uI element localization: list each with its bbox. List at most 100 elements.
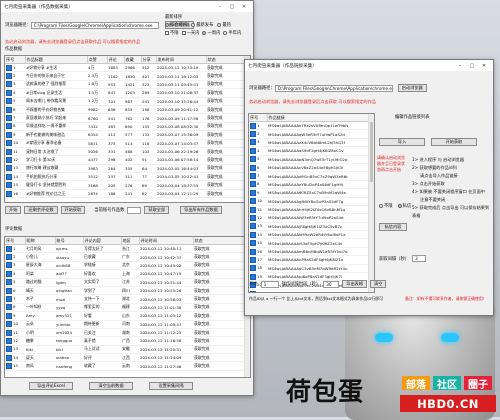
table-row[interactable]: 3 这款真的绝了 强烈推荐 1.8万 953 1421 322 2024-03-11 09:…: [5, 80, 250, 90]
checkbox-icon[interactable]: [250, 256, 256, 263]
checkbox-icon[interactable]: [250, 240, 256, 247]
remaining-comments-button[interactable]: 还剩余评论数: [24, 206, 58, 214]
table-row[interactable]: 21 MS4wLjABAAAArY3uI5oP7aS9dF2gH4j: [249, 289, 374, 292]
link-col-header[interactable]: 序号: [249, 114, 268, 122]
table-row[interactable]: 10 云朵 yunduo 期待更新 河南 2024-03-12 11:09:47 获取完成: [5, 320, 250, 329]
checkbox-icon[interactable]: [250, 156, 256, 163]
table-row[interactable]: 8 早餐这样吃 一周不重样 7412 483 690 155 2024-03-08 08:5…: [5, 122, 250, 132]
table-row[interactable]: 10 MS4wLjABAAAAgR6tY8uI1oP3aS5dF7g: [249, 197, 374, 206]
checkbox-icon[interactable]: [250, 139, 256, 146]
table-row[interactable]: 16 #好物推荐 性价比之王 2874 186 241 62 2024-03-04 12:1…: [5, 189, 250, 199]
checkbox-icon[interactable]: [250, 223, 256, 230]
table-row[interactable]: 12 MS4wLjABAAAAiW3eR5tY7uI9oP2aS4d: [249, 213, 374, 223]
works-count-input[interactable]: [127, 206, 142, 214]
checkbox-icon[interactable]: [6, 182, 12, 189]
table-row[interactable]: 14 夏天 xiatian 好评 江西 2024-03-12 11:24:09 获取完成: [5, 353, 250, 363]
table-row[interactable]: 15 健身打卡 坚持就是胜利 3168 209 276 69 2024-03-04 18:3…: [5, 180, 250, 190]
table-row[interactable]: 16 MS4wLjABAAAAmB6nM8qW1eR3tY5uI7o: [249, 247, 374, 257]
table-row[interactable]: 4 阿柒 aqi77 好喜欢 上海 2024-03-12 10:47:19 获取完成: [5, 269, 250, 279]
checkbox-icon[interactable]: [6, 270, 12, 277]
table-row[interactable]: 18 MS4wLjABAAAAoC3vB5nM7qW9eR2tY4u: [249, 264, 374, 274]
filter-option-3[interactable]: 半年内: [223, 30, 241, 36]
table-row[interactable]: 13 旅行攻略 建议收藏 3983 264 355 84 2024-03-05 16:44:…: [5, 164, 250, 174]
maximize-icon[interactable]: □: [226, 4, 238, 10]
close-icon[interactable]: ✕: [478, 63, 490, 69]
table-row[interactable]: 11 小明 xm2024 已关注 湖南 2024-03-12 11:12:25 获取完成: [5, 328, 250, 338]
table-row[interactable]: 2 今日份的快乐来自于它 2.3万 1182 1650 407 2024-03-11 18:…: [5, 71, 250, 81]
checkbox-icon[interactable]: [6, 321, 12, 328]
table-row[interactable]: 14 MS4wLjABAAAAkM9qW2eR4tY6uI8oP1a: [249, 230, 374, 240]
table-row[interactable]: 9 MS4wLjABAAAAfK3lZ5xC7vB9nM2qW4e: [249, 188, 374, 198]
sort-option-1[interactable]: 最新发布: [191, 22, 213, 28]
checkbox-icon[interactable]: [250, 147, 256, 154]
table-row[interactable]: 12 糖果 tangguo 真不错 广西 2024-03-12 11:16:58 获取完成: [5, 336, 250, 346]
checkbox-icon[interactable]: [6, 304, 12, 311]
table-row[interactable]: 5 周末去哪儿 带你看风景 1.2万 701 987 241 2024-03-10 15:2…: [5, 97, 250, 106]
table-row[interactable]: 2 小鱼儿 xiaoyu 已收藏 广东 2024-03-12 10:42:37 获取完成: [5, 252, 250, 262]
minimize-icon[interactable]: –: [454, 63, 466, 69]
table-row[interactable]: 7 MS4wLjABAAAAdM1nB5vC7xZ9qW3eR6t: [249, 171, 374, 181]
table-row[interactable]: 17 MS4wLjABAAAAnP9aS2dF4gH6jK8lZ1x: [249, 255, 374, 265]
table-row[interactable]: 14 手机拍照技巧分享 3512 237 311 77 2024-03-05 10:22:4…: [5, 172, 250, 182]
table-row[interactable]: 3 星辰大海 xcdh88 求链接 北京 2024-03-12 10:45:02 获取完成: [5, 261, 250, 271]
checkbox-icon[interactable]: [6, 98, 12, 105]
clear-data-button[interactable]: 清空当前数据: [89, 382, 133, 390]
checkbox-icon[interactable]: [250, 206, 256, 213]
checkbox-icon[interactable]: [6, 81, 12, 88]
start-fetch-button[interactable]: 开始获取: [60, 206, 86, 214]
table-row[interactable]: 9 Amy amy521 好看 山东 2024-03-12 11:05:12 获取完成: [5, 311, 250, 321]
table-row[interactable]: 13 Kiki kiki 马上试试 安徽 2024-03-12 11:20:31 获取完成: [5, 345, 250, 355]
works-col-header[interactable]: 评论: [107, 56, 125, 64]
table-row[interactable]: 7 家居收纳小技巧 学起来 8760 541 762 176 2024-03-09 11:1…: [5, 113, 250, 123]
set-interval-button[interactable]: 设置采集间隔: [149, 382, 193, 390]
interval-input[interactable]: 3: [412, 255, 427, 262]
checkbox-icon[interactable]: [6, 64, 12, 71]
checkbox-icon[interactable]: [6, 173, 12, 180]
comments-col-header[interactable]: 评论内容: [83, 237, 122, 245]
checkbox-icon[interactable]: [6, 131, 12, 138]
checkbox-icon[interactable]: [250, 164, 256, 171]
checkbox-icon[interactable]: [6, 73, 12, 80]
table-row[interactable]: 13 MS4wLjABAAAAjF6gH8jK1lZ3xC5vB7n: [249, 222, 374, 232]
minimize-icon[interactable]: –: [214, 4, 226, 10]
comments-col-header[interactable]: 状态: [193, 237, 250, 245]
table-row[interactable]: 15 MS4wLjABAAAAlS3dF5gH7jK9lZ2xC4v: [249, 238, 374, 248]
table-row[interactable]: 1 #好物分享 #生活 4万 1683 2966 512 2024-03-12 10:33:…: [5, 63, 250, 73]
table-row[interactable]: 11 宠物日常 太治愈了 5026 331 468 103 2024-03-06 22:19…: [5, 147, 250, 157]
comments-table[interactable]: 序号 昵称 账号 评论内容 地区 评论时间 状态 1 七月的风 qjcms 写得太好了…: [4, 236, 251, 378]
table-row[interactable]: 6 MS4wLjABAAAAcV6xZ2aS4dF8gH1jK3l: [249, 163, 374, 173]
checkbox-icon[interactable]: [250, 273, 256, 280]
table-row[interactable]: 6 晴天 qingtian 学到了 四川 2024-03-12 10:53:26 获取完成: [5, 286, 250, 296]
table-row[interactable]: 4 MS4wLjABAAAAaS9dF2gH4jK6lZ8xC1v: [249, 146, 374, 156]
table-row[interactable]: 9 新手也能做的美味甜品 6354 412 577 132 2024-03-07 19:36…: [5, 130, 250, 140]
works-col-header[interactable]: 序号: [5, 56, 26, 64]
table-row[interactable]: 11 MS4wLjABAAAAhH9jK2lZ4xC6vB8nM1q: [249, 205, 374, 215]
launch-browser-button[interactable]: 启动浏览器: [397, 84, 427, 92]
checkbox-icon[interactable]: [6, 363, 12, 370]
checkbox-icon[interactable]: [6, 262, 12, 269]
export-works-button[interactable]: 导出所有作品数据: [180, 206, 222, 214]
checkbox-icon[interactable]: [6, 165, 12, 172]
comments-col-header[interactable]: 序号: [5, 237, 26, 245]
mode-option-none[interactable]: 不限: [379, 203, 393, 209]
filter-option-0[interactable]: 不限: [165, 30, 179, 36]
table-row[interactable]: 5 路过的猫 lgdm 太实用了 江苏 2024-03-12 10:51:44 获取完成: [5, 278, 250, 287]
start-fetch-links-button[interactable]: 开始获取: [431, 138, 477, 146]
start-index-input[interactable]: 1: [260, 280, 279, 288]
clear-button[interactable]: 清空: [370, 280, 387, 288]
checkbox-icon[interactable]: [6, 337, 12, 344]
dm-content-button[interactable]: 私信内容: [379, 223, 407, 231]
checkbox-icon[interactable]: [250, 290, 256, 292]
link-table[interactable]: 序号 作品链接 1 MS4wLjABAAAAk7Rz2sVX8mQp1LwT9bN…: [248, 113, 375, 293]
table-row[interactable]: 10 #穿搭分享 春季必备 5811 375 514 118 2024-03-07 14:0…: [5, 139, 250, 148]
checkbox-icon[interactable]: [6, 329, 12, 336]
op-interval-input[interactable]: 30: [323, 280, 340, 288]
checkbox-icon[interactable]: [6, 89, 12, 96]
works-col-header[interactable]: 点赞: [87, 56, 108, 64]
comments-col-header[interactable]: 地区: [121, 237, 140, 245]
start-button[interactable]: 开始: [5, 206, 22, 214]
checkbox-icon[interactable]: [6, 245, 12, 252]
sort-option-0[interactable]: 综合排序: [165, 22, 187, 28]
table-row[interactable]: 1 七月的风 qjcms 写得太好了 浙江 2024-03-12 10:40:11 获取完成: [5, 244, 250, 254]
table-row[interactable]: 1 MS4wLjABAAAAk7Rz2sVX8mQp1LwT9bN: [249, 121, 374, 131]
